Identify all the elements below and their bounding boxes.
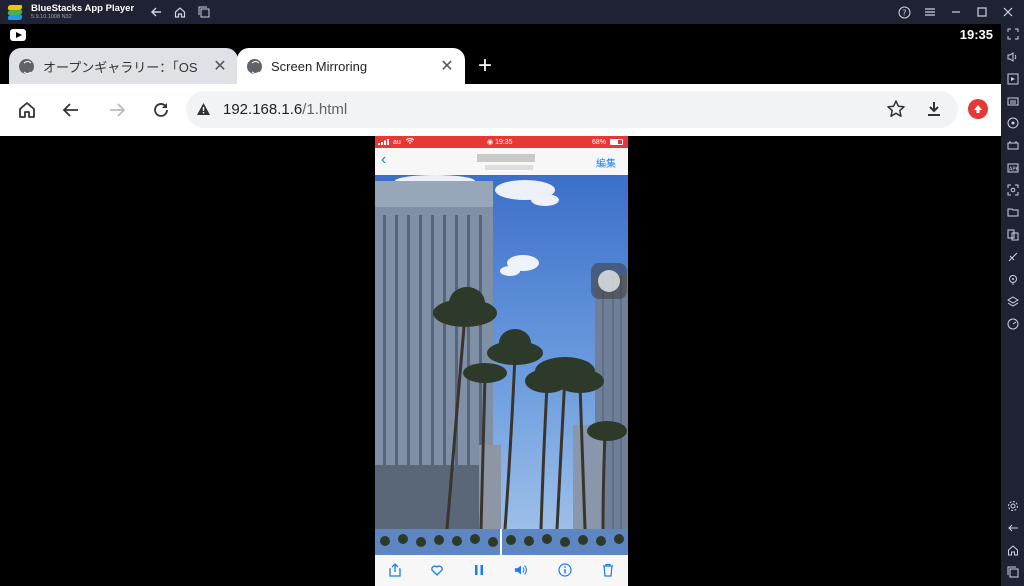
share-icon[interactable] bbox=[388, 563, 402, 577]
volume-icon[interactable] bbox=[1006, 50, 1020, 64]
favorite-heart-icon[interactable] bbox=[430, 563, 444, 577]
tab-label: Screen Mirroring bbox=[271, 58, 368, 74]
not-secure-warning-icon[interactable] bbox=[196, 102, 211, 121]
browser-toolbar: 192.168.1.6/1.html bbox=[0, 84, 1001, 136]
download-icon[interactable] bbox=[921, 96, 947, 122]
keyboard-icon[interactable] bbox=[1006, 94, 1020, 108]
tab-close-icon[interactable]: ✕ bbox=[208, 54, 232, 78]
new-tab-button[interactable]: + bbox=[478, 54, 492, 78]
folder-icon[interactable] bbox=[1006, 205, 1020, 219]
ios-edit-button[interactable]: 編集 bbox=[596, 155, 616, 170]
maximize-icon[interactable] bbox=[974, 4, 990, 20]
ios-subtitle-blurred bbox=[485, 165, 533, 170]
apk-icon[interactable]: APK bbox=[1006, 161, 1020, 175]
info-icon[interactable] bbox=[558, 563, 572, 577]
youtube-icon bbox=[10, 29, 26, 41]
back-arrow-icon[interactable] bbox=[58, 97, 84, 123]
ios-back-icon[interactable]: ‹ bbox=[381, 151, 386, 169]
android-screen: 19:35 オープンギャラリー：「OS ✕ Screen Mirroring ✕… bbox=[0, 24, 1001, 586]
tab-strip: オープンギャラリー：「OS ✕ Screen Mirroring ✕ + bbox=[0, 46, 1001, 84]
performance-icon[interactable] bbox=[1006, 317, 1020, 331]
tab-label: オープンギャラリー：「OS bbox=[43, 59, 198, 75]
update-icon[interactable] bbox=[968, 99, 988, 119]
location-icon[interactable] bbox=[1006, 273, 1020, 287]
bluestacks-logo bbox=[7, 4, 23, 20]
ios-status-bar: au ◉ 19:35 68% bbox=[375, 136, 628, 148]
layers-icon[interactable] bbox=[1006, 295, 1020, 309]
bookmark-star-icon[interactable] bbox=[883, 96, 909, 122]
status-clock: 19:35 bbox=[959, 27, 993, 42]
app-version: 5.9.10.1008 N32 bbox=[31, 14, 72, 20]
ios-photo-toolbar bbox=[375, 555, 628, 586]
ios-battery-icon bbox=[610, 139, 623, 145]
home-icon[interactable] bbox=[172, 4, 188, 20]
android-home-icon[interactable] bbox=[1006, 543, 1020, 557]
fullscreen-icon[interactable] bbox=[1006, 27, 1020, 41]
media-manager-icon[interactable] bbox=[1006, 72, 1020, 86]
ios-title-blurred bbox=[477, 154, 535, 162]
gamepad-icon[interactable] bbox=[1006, 116, 1020, 130]
close-icon[interactable] bbox=[1000, 4, 1016, 20]
help-icon[interactable]: ? bbox=[896, 4, 912, 20]
minimize-icon[interactable] bbox=[948, 4, 964, 20]
tab-gallery[interactable]: オープンギャラリー：「OS ✕ bbox=[9, 48, 238, 84]
assistive-touch-button[interactable] bbox=[591, 263, 627, 299]
android-status-bar: 19:35 bbox=[0, 24, 1001, 46]
multi-instance-icon[interactable] bbox=[196, 4, 212, 20]
tab-screen-mirroring[interactable]: Screen Mirroring ✕ bbox=[237, 48, 465, 84]
mirrored-phone-screen[interactable]: au ◉ 19:35 68% ‹ 編集 bbox=[375, 136, 628, 586]
globe-icon bbox=[19, 58, 34, 74]
ios-carrier: au bbox=[393, 138, 401, 146]
globe-icon bbox=[247, 58, 262, 74]
ios-wifi-icon bbox=[405, 138, 415, 146]
eco-mode-icon[interactable] bbox=[1006, 250, 1020, 264]
bluestacks-titlebar: BlueStacks App Player 5.9.10.1008 N32 ? bbox=[0, 0, 1024, 24]
reload-icon[interactable] bbox=[148, 97, 174, 123]
macro-icon[interactable] bbox=[1006, 138, 1020, 152]
address-bar[interactable]: 192.168.1.6/1.html bbox=[186, 91, 958, 128]
tab-close-icon[interactable]: ✕ bbox=[435, 54, 459, 78]
menu-icon[interactable] bbox=[922, 4, 938, 20]
photo-palm-trees-buildings[interactable] bbox=[375, 175, 628, 530]
ios-time: ◉ 19:35 bbox=[487, 139, 513, 146]
volume-icon[interactable] bbox=[514, 563, 528, 577]
svg-text:APK: APK bbox=[1009, 167, 1019, 173]
ios-nav-bar: ‹ 編集 bbox=[375, 148, 628, 175]
android-back-icon[interactable] bbox=[1006, 521, 1020, 535]
settings-gear-icon[interactable] bbox=[1006, 499, 1020, 513]
home-icon[interactable] bbox=[14, 97, 40, 123]
trash-icon[interactable] bbox=[601, 563, 615, 577]
app-name: BlueStacks App Player bbox=[31, 2, 135, 14]
ios-battery-text: 68% bbox=[591, 138, 606, 146]
android-recents-icon[interactable] bbox=[1006, 565, 1020, 579]
url-text[interactable]: 192.168.1.6/1.html bbox=[223, 101, 347, 118]
multi-instance-icon[interactable] bbox=[1006, 228, 1020, 242]
pause-icon[interactable] bbox=[472, 563, 486, 577]
svg-text:?: ? bbox=[902, 8, 906, 17]
forward-arrow-icon[interactable] bbox=[104, 97, 130, 123]
app-title: BlueStacks App Player 5.9.10.1008 N32 bbox=[31, 2, 135, 21]
bluestacks-sidebar: APK bbox=[1001, 24, 1024, 586]
photo-filmstrip[interactable] bbox=[375, 529, 628, 555]
screenshot-icon[interactable] bbox=[1006, 183, 1020, 197]
back-icon[interactable] bbox=[148, 4, 164, 20]
